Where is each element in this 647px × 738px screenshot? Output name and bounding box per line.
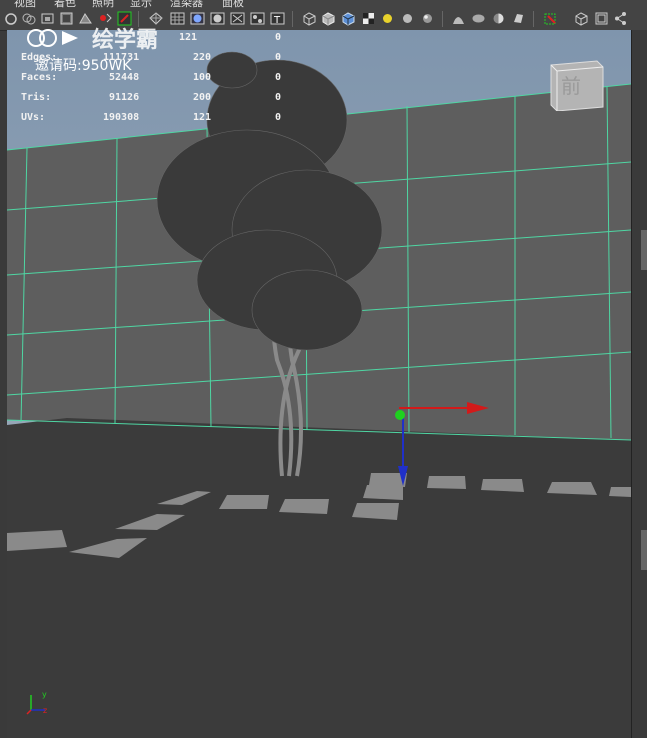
wire-cube-icon[interactable] bbox=[302, 11, 317, 26]
right-scrollbar[interactable] bbox=[631, 30, 647, 738]
xray-joints-icon[interactable] bbox=[250, 11, 265, 26]
3d-viewport[interactable]: 121 0 Edges: 111731 220 0 Faces: 52448 1… bbox=[7, 30, 631, 738]
grid-icon[interactable] bbox=[170, 11, 185, 26]
isolate-select-icon[interactable] bbox=[543, 11, 558, 26]
floor bbox=[7, 418, 631, 738]
watermark-logo-icon bbox=[26, 27, 86, 53]
checker-icon[interactable] bbox=[361, 11, 376, 26]
lock-camera-icon[interactable] bbox=[21, 11, 36, 26]
shadows-icon[interactable] bbox=[420, 11, 435, 26]
ao-icon[interactable] bbox=[451, 11, 466, 26]
scroll-knob-bottom[interactable] bbox=[641, 530, 647, 570]
aa-icon[interactable] bbox=[491, 11, 506, 26]
bookmarks-icon[interactable] bbox=[59, 11, 74, 26]
default-material-icon[interactable] bbox=[210, 11, 225, 26]
axis-y-label: y bbox=[42, 690, 47, 699]
menu-view[interactable]: 视图 bbox=[14, 0, 36, 8]
layout-icon[interactable] bbox=[594, 11, 609, 26]
camera-cube-icon[interactable] bbox=[574, 11, 589, 26]
blue-cube-icon[interactable] bbox=[341, 11, 356, 26]
watermark-logo-text: 绘学霸 bbox=[92, 28, 159, 53]
scroll-knob-top[interactable] bbox=[641, 230, 647, 270]
menu-panels[interactable]: 面板 bbox=[222, 0, 244, 8]
svg-text:T: T bbox=[273, 15, 281, 26]
smooth-shade-icon[interactable] bbox=[190, 11, 205, 26]
menu-lighting[interactable]: 照明 bbox=[92, 0, 114, 8]
watermark-invite-code: 邀请码:950WK bbox=[35, 58, 132, 74]
menu-shading[interactable]: 着色 bbox=[54, 0, 76, 8]
menu-renderer[interactable]: 渲染器 bbox=[170, 0, 203, 8]
default-light-icon[interactable] bbox=[380, 11, 395, 26]
motion-blur-icon[interactable] bbox=[471, 11, 486, 26]
select-camera-icon[interactable] bbox=[4, 11, 19, 26]
camera-attributes-icon[interactable] bbox=[40, 11, 55, 26]
depth-of-field-icon[interactable] bbox=[511, 11, 526, 26]
all-lights-icon[interactable] bbox=[400, 11, 415, 26]
image-plane-icon[interactable] bbox=[78, 11, 93, 26]
menu-show[interactable]: 显示 bbox=[130, 0, 152, 8]
axis-z-label: z bbox=[43, 706, 48, 715]
shaded-cube-icon[interactable] bbox=[321, 11, 336, 26]
textured-icon[interactable]: T bbox=[270, 11, 285, 26]
share-icon[interactable] bbox=[613, 11, 628, 26]
xray-icon[interactable] bbox=[230, 11, 245, 26]
menu-bar: 视图 着色 照明 显示 渲染器 面板 bbox=[0, 0, 647, 8]
view-cube-front-label: 前 bbox=[561, 74, 581, 98]
